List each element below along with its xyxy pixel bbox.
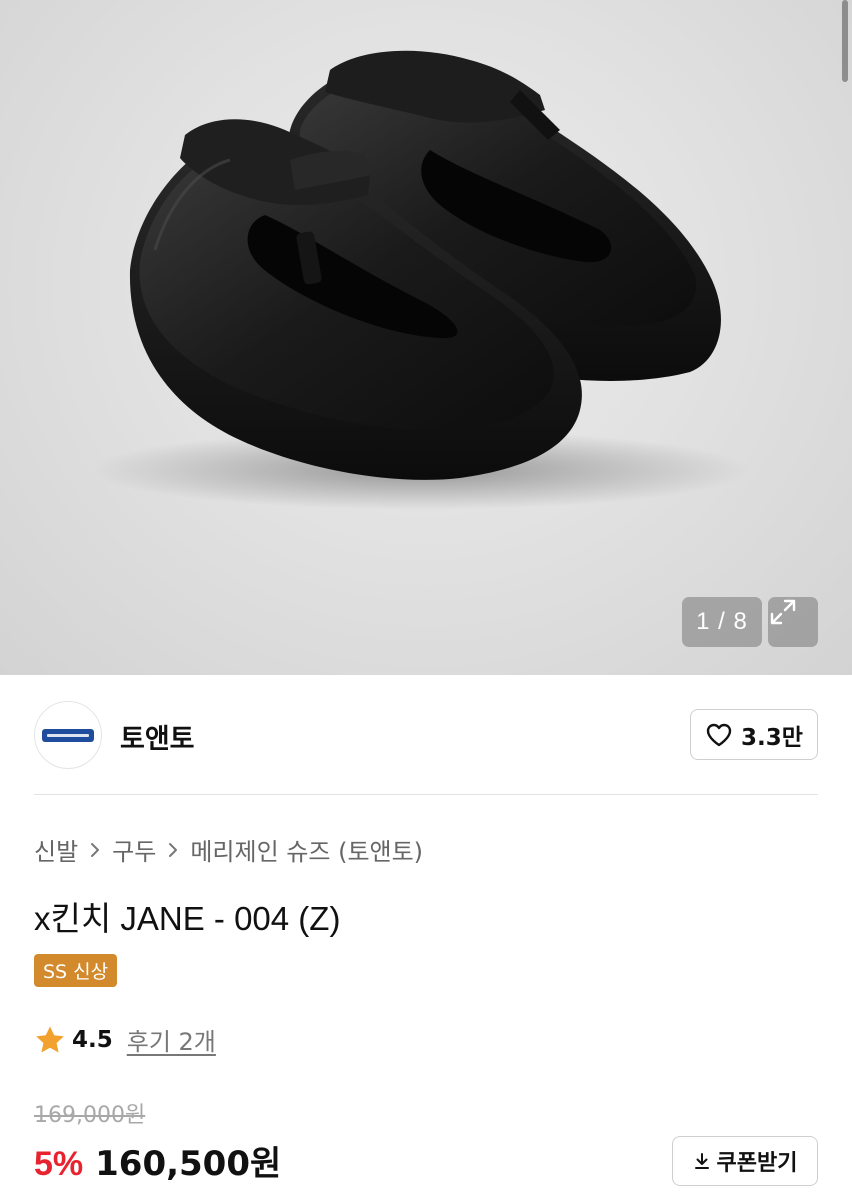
page-scrollbar[interactable] <box>842 0 848 82</box>
like-count: 3.3만 <box>741 724 803 751</box>
breadcrumb-item-mary-jane[interactable]: 메리제인 슈즈 (토앤토) <box>190 832 423 867</box>
product-title: x킨치 JANE - 004 (Z) <box>34 900 341 937</box>
brand-logo-mark <box>42 728 94 742</box>
rating-score: 4.5 <box>72 1026 113 1053</box>
breadcrumb-item-dress-shoes[interactable]: 구두 <box>112 832 156 867</box>
star-icon <box>36 1026 64 1052</box>
breadcrumb: 신발 구두 메리제인 슈즈 (토앤토) <box>34 832 423 867</box>
original-price: 169,000원 <box>34 1103 146 1128</box>
product-image-gallery[interactable]: 1 / 8 <box>0 0 852 675</box>
image-counter: 1 / 8 <box>682 597 762 647</box>
rating-summary: 4.5 후기 2개 <box>34 1022 216 1057</box>
price-row: 5% 160,500원 <box>34 1136 281 1185</box>
coupon-label: 쿠폰받기 <box>716 1151 798 1176</box>
brand-logo-wordmark <box>47 733 89 737</box>
brand-logo[interactable] <box>34 701 102 769</box>
divider <box>34 794 818 795</box>
expand-icon <box>770 599 796 625</box>
like-button[interactable]: 3.3만 <box>690 709 818 760</box>
product-photo-black-mary-jane-shoes <box>90 50 750 510</box>
sale-price: 160,500원 <box>95 1144 282 1184</box>
reviews-link[interactable]: 후기 2개 <box>127 1022 216 1057</box>
heart-outline-icon <box>706 723 732 746</box>
discount-rate: 5% <box>34 1145 84 1183</box>
coupon-download-button[interactable]: 쿠폰받기 <box>672 1136 818 1186</box>
brand-name[interactable]: 토앤토 <box>120 717 195 756</box>
breadcrumb-item-shoes[interactable]: 신발 <box>34 832 78 867</box>
chevron-right-icon <box>88 840 102 860</box>
download-icon <box>694 1153 709 1169</box>
expand-button[interactable] <box>768 597 818 647</box>
new-arrival-badge: SS 신상 <box>34 954 118 987</box>
chevron-right-icon <box>166 840 180 860</box>
